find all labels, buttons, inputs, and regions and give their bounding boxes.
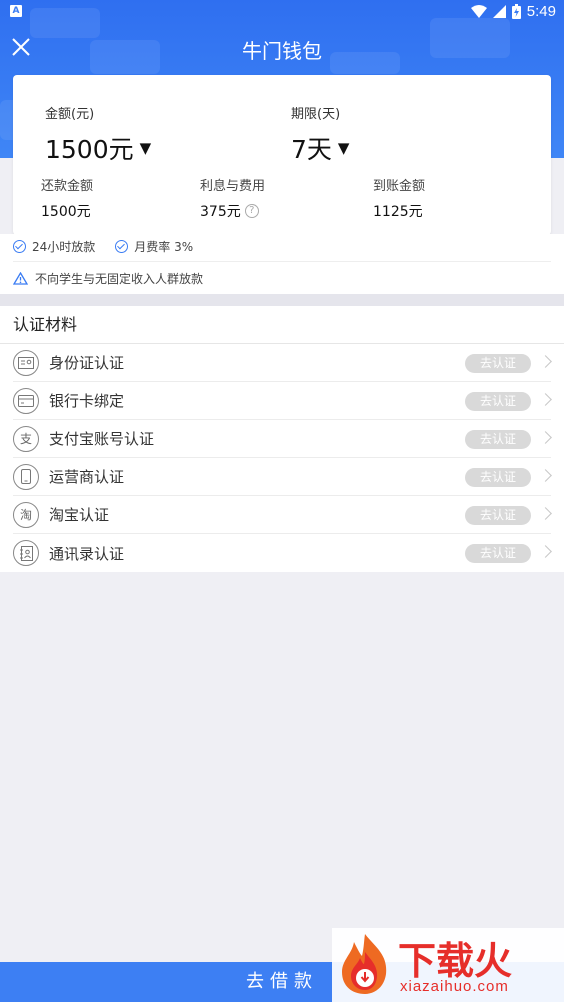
- list-item-label: 运营商认证: [49, 468, 125, 486]
- chevron-right-icon: [539, 507, 552, 520]
- section-divider: [0, 294, 564, 306]
- loan-card: 金额(元) 1500元 ▼ 期限(天) 7天 ▼ 还款金额 1500元 利息与费…: [13, 75, 551, 235]
- taobao-icon: 淘: [13, 501, 39, 528]
- list-item-taobao[interactable]: 淘 淘宝认证 去认证: [13, 496, 552, 534]
- bank-card-icon: [13, 387, 39, 414]
- list-item-label: 银行卡绑定: [49, 392, 125, 410]
- dropdown-arrow-icon: ▼: [139, 139, 152, 157]
- watermark-url: xiazaihuo.com: [400, 978, 509, 995]
- monthly-rate-tag: 月费率 3%: [134, 240, 194, 254]
- amount-selector[interactable]: 1500元 ▼: [45, 130, 151, 166]
- check-circle-icon: [13, 240, 26, 253]
- list-item-label: 身份证认证: [49, 354, 125, 372]
- navigation-bar: 牛门钱包: [0, 26, 564, 72]
- list-item-label: 淘宝认证: [49, 506, 110, 524]
- amount-value: 1500元: [45, 135, 134, 164]
- page-title: 牛门钱包: [242, 39, 322, 63]
- verify-button[interactable]: 去认证: [465, 468, 531, 487]
- list-item-label: 支付宝账号认证: [49, 430, 155, 448]
- term-picker: 期限(天) 7天 ▼: [291, 103, 349, 166]
- chevron-right-icon: [539, 355, 552, 368]
- list-item-label: 通讯录认证: [49, 544, 125, 563]
- fast-loan-tag: 24小时放款: [32, 240, 96, 254]
- help-icon[interactable]: ?: [244, 204, 259, 218]
- alipay-icon: 支: [13, 425, 39, 452]
- warning-icon: [13, 272, 28, 285]
- wifi-icon: [470, 5, 487, 18]
- verify-button[interactable]: 去认证: [465, 354, 531, 373]
- term-label: 期限(天): [291, 107, 341, 122]
- amount-picker: 金额(元) 1500元 ▼: [45, 103, 151, 166]
- chevron-right-icon: [539, 545, 552, 558]
- status-bar: A 5:49: [0, 0, 564, 26]
- flame-logo-icon: [342, 934, 387, 994]
- section-title: 认证材料: [0, 306, 564, 344]
- interest-value: 375元: [200, 204, 241, 220]
- signal-icon: [492, 5, 506, 18]
- dropdown-arrow-icon: ▼: [337, 139, 350, 157]
- check-circle-icon: [115, 240, 129, 253]
- clock-time: 5:49: [526, 3, 556, 20]
- verification-section: 认证材料 身份证认证 去认证 银行卡绑定 去认证 支 支付宝账号认证 去认证 运…: [0, 306, 564, 572]
- term-value: 7天: [291, 135, 332, 164]
- list-item-bank-card[interactable]: 银行卡绑定 去认证: [13, 382, 552, 420]
- list-item-id-card[interactable]: 身份证认证 去认证: [13, 344, 552, 382]
- chevron-right-icon: [539, 431, 552, 444]
- phone-icon: [13, 463, 39, 490]
- term-selector[interactable]: 7天 ▼: [291, 130, 349, 166]
- watermark-brand: 下载火: [398, 939, 513, 983]
- notice-text: 不向学生与无固定收入人群放款: [35, 272, 204, 286]
- received-label: 到账金额: [373, 179, 426, 194]
- repayment-label: 还款金额: [41, 179, 94, 194]
- verify-button[interactable]: 去认证: [465, 544, 531, 563]
- app-badge-icon: A: [10, 5, 22, 17]
- contacts-icon: [13, 540, 39, 566]
- battery-icon: [511, 4, 521, 19]
- feature-tags: 24小时放款 月费率 3% 不向学生与无固定收入人群放款: [0, 234, 564, 294]
- repayment-stat: 还款金额 1500元: [41, 175, 93, 221]
- verify-button[interactable]: 去认证: [465, 430, 531, 449]
- interest-stat: 利息与费用 375元 ?: [200, 175, 265, 221]
- verify-button[interactable]: 去认证: [465, 392, 531, 411]
- repayment-value: 1500元: [41, 204, 91, 220]
- list-item-carrier[interactable]: 运营商认证 去认证: [13, 458, 552, 496]
- interest-label: 利息与费用: [200, 179, 266, 194]
- verify-button[interactable]: 去认证: [465, 506, 531, 525]
- chevron-right-icon: [539, 393, 552, 406]
- watermark: 下载火 xiazaihuo.com: [332, 928, 564, 1002]
- id-card-icon: [13, 349, 39, 376]
- list-item-alipay[interactable]: 支 支付宝账号认证 去认证: [13, 420, 552, 458]
- received-stat: 到账金额 1125元: [373, 175, 425, 221]
- chevron-right-icon: [539, 469, 552, 482]
- received-value: 1125元: [373, 204, 423, 220]
- amount-label: 金额(元): [45, 107, 95, 122]
- list-item-contacts[interactable]: 通讯录认证 去认证: [13, 534, 552, 572]
